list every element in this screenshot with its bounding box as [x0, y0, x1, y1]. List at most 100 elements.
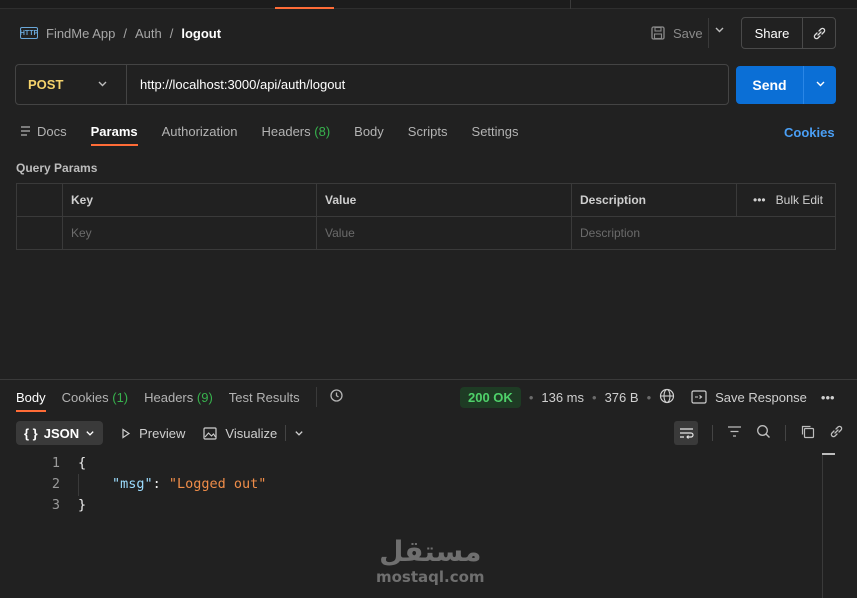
- top-tab-strip: [0, 0, 857, 9]
- chevron-down-icon: [86, 431, 94, 436]
- send-button[interactable]: Send: [736, 77, 803, 93]
- scrollbar-track[interactable]: [822, 453, 823, 598]
- json-close-brace: }: [78, 496, 87, 513]
- pane-divider[interactable]: [0, 379, 857, 380]
- method-select[interactable]: POST: [16, 65, 127, 104]
- json-entry: "msg": "Logged out": [78, 476, 266, 492]
- chevron-down-icon: [97, 77, 108, 92]
- method-label: POST: [28, 77, 64, 92]
- wrap-lines-icon[interactable]: [674, 421, 698, 445]
- more-options-icon[interactable]: •••: [821, 390, 835, 405]
- response-size[interactable]: 376 B: [605, 390, 639, 405]
- breadcrumb-separator: /: [169, 25, 174, 41]
- json-key: "msg": [112, 475, 153, 492]
- dot-separator: •: [528, 389, 534, 405]
- divider: [712, 425, 713, 441]
- format-select[interactable]: { } JSON: [16, 421, 104, 445]
- table-row: Key Value Description: [16, 216, 836, 250]
- tab-settings[interactable]: Settings: [472, 124, 519, 139]
- watermark-logo-arabic: مستقل: [379, 535, 482, 568]
- status-badge[interactable]: 200 OK: [460, 386, 521, 408]
- value-input[interactable]: Value: [316, 216, 572, 250]
- history-icon[interactable]: [329, 388, 344, 406]
- response-format-bar: { } JSON Preview Visualize: [16, 421, 304, 445]
- divider: [708, 18, 709, 48]
- tab-docs-label: Docs: [37, 123, 67, 139]
- breadcrumb-folder[interactable]: Auth: [135, 26, 162, 41]
- preview-button[interactable]: Preview: [121, 426, 185, 441]
- visualize-label: Visualize: [225, 425, 278, 441]
- share-button-group: Share: [741, 17, 836, 49]
- response-tab-cookies[interactable]: Cookies (1): [62, 390, 128, 405]
- url-bar: POST http://localhost:3000/api/auth/logo…: [15, 64, 729, 105]
- search-icon[interactable]: [756, 424, 771, 442]
- image-icon: [203, 426, 217, 440]
- breadcrumb-collection[interactable]: FindMe App: [46, 26, 115, 41]
- code-line: 1 {: [40, 452, 266, 473]
- tab-scripts[interactable]: Scripts: [408, 124, 448, 139]
- bulk-edit-button[interactable]: Bulk Edit: [776, 193, 823, 207]
- tab-docs[interactable]: Docs: [20, 124, 67, 139]
- cookies-link[interactable]: Cookies: [784, 125, 835, 140]
- save-button[interactable]: Save: [651, 22, 703, 44]
- save-response-label: Save Response: [715, 389, 807, 405]
- globe-icon[interactable]: [659, 388, 675, 407]
- json-braces-icon: { }: [24, 425, 38, 441]
- key-input[interactable]: Key: [62, 216, 317, 250]
- more-options-icon[interactable]: •••: [753, 193, 766, 207]
- response-time[interactable]: 136 ms: [541, 390, 584, 405]
- request-tabs: Docs Params Authorization Headers (8) Bo…: [20, 123, 543, 146]
- response-body-editor[interactable]: 1 { 2 "msg": "Logged out" 3 }: [40, 452, 267, 515]
- breadcrumb: HTTP FindMe App / Auth / logout: [20, 24, 221, 42]
- copy-icon[interactable]: [800, 424, 815, 442]
- save-label: Save: [673, 25, 703, 41]
- tab-headers-label: Headers: [261, 123, 311, 139]
- json-open-brace: {: [78, 454, 87, 471]
- watermark-logo-latin: mostaql.com: [376, 568, 485, 586]
- json-colon: :: [152, 475, 169, 492]
- line-number: 2: [51, 475, 60, 492]
- query-params-title: Query Params: [16, 161, 98, 175]
- divider: [285, 425, 287, 441]
- copy-link-icon[interactable]: [803, 26, 835, 41]
- tab-authorization[interactable]: Authorization: [162, 124, 238, 139]
- link-icon[interactable]: [829, 424, 844, 442]
- format-label: JSON: [43, 425, 80, 441]
- indent-guide: [78, 474, 79, 496]
- cookies-count: (1): [112, 389, 129, 405]
- headers-count: (8): [314, 123, 331, 139]
- send-options-chevron-icon[interactable]: [804, 78, 836, 92]
- table-header-row: Key Value Description ••• Bulk Edit: [16, 183, 836, 217]
- response-tools: [674, 421, 844, 445]
- filter-icon[interactable]: [727, 425, 742, 441]
- line-number: 1: [51, 454, 60, 471]
- save-options-chevron-icon[interactable]: [714, 24, 725, 38]
- dot-separator: •: [646, 389, 652, 405]
- url-input[interactable]: http://localhost:3000/api/auth/logout: [127, 77, 345, 92]
- tab-headers[interactable]: Headers (8): [262, 124, 331, 139]
- description-input[interactable]: Description: [571, 216, 836, 250]
- send-button-group: Send: [736, 66, 836, 104]
- response-tab-headers[interactable]: Headers (9): [144, 390, 213, 405]
- json-value: "Logged out": [168, 475, 267, 492]
- scrollbar-thumb[interactable]: [822, 453, 835, 455]
- tab-divider: [570, 0, 571, 9]
- share-button[interactable]: Share: [742, 26, 802, 41]
- save-response-button[interactable]: Save Response: [691, 390, 807, 405]
- chevron-down-icon: [295, 431, 303, 436]
- column-header-value: Value: [316, 183, 572, 217]
- docs-icon: [21, 126, 30, 136]
- save-icon: [651, 26, 665, 40]
- breadcrumb-request-name[interactable]: logout: [181, 26, 221, 41]
- row-checkbox-cell: [16, 216, 63, 250]
- response-tab-test-results[interactable]: Test Results: [229, 390, 300, 405]
- tab-params[interactable]: Params: [90, 124, 138, 146]
- bulk-edit-cell: ••• Bulk Edit: [736, 183, 836, 217]
- visualize-button[interactable]: Visualize: [203, 425, 304, 441]
- checkbox-column: [16, 183, 63, 217]
- response-tab-body[interactable]: Body: [16, 390, 46, 412]
- tab-body[interactable]: Body: [354, 124, 384, 139]
- watermark: مستقل mostaql.com: [376, 535, 485, 587]
- save-response-icon: [691, 390, 707, 404]
- code-line: 2 "msg": "Logged out": [40, 473, 267, 494]
